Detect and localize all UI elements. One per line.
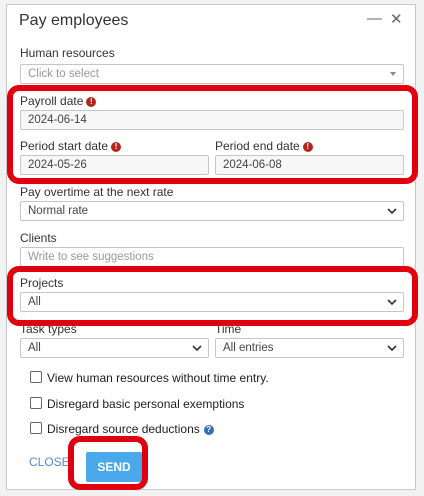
human-resources-placeholder: Click to select xyxy=(28,68,99,80)
dropdown-arrow-icon xyxy=(390,72,396,76)
checkbox-disregard-source-deductions[interactable]: Disregard source deductions? xyxy=(30,422,214,436)
checkbox-icon[interactable] xyxy=(30,371,42,383)
help-icon[interactable]: ? xyxy=(203,425,214,435)
checkbox-view-without-time-entry[interactable]: View human resources without time entry. xyxy=(30,371,269,385)
time-select[interactable]: All entries xyxy=(215,338,404,358)
checkbox-icon[interactable] xyxy=(30,422,42,434)
highlight-send xyxy=(68,436,148,490)
clients-label: Clients xyxy=(20,231,57,245)
minimize-icon[interactable]: — xyxy=(367,10,382,27)
chevron-down-icon xyxy=(387,345,397,352)
clients-placeholder: Write to see suggestions xyxy=(28,251,154,263)
checkbox-icon[interactable] xyxy=(30,397,42,409)
close-icon[interactable]: ✕ xyxy=(390,10,403,28)
human-resources-label: Human resources xyxy=(20,46,115,60)
task-types-value: All xyxy=(28,342,41,354)
chevron-down-icon xyxy=(192,345,202,352)
pay-employees-dialog: Pay employees — ✕ Human resources Click … xyxy=(6,4,416,490)
clients-input[interactable]: Write to see suggestions xyxy=(20,247,404,267)
highlight-dates xyxy=(7,85,418,184)
checkbox-disregard-exemptions[interactable]: Disregard basic personal exemptions xyxy=(30,397,244,411)
task-types-select[interactable]: All xyxy=(20,338,209,358)
overtime-value: Normal rate xyxy=(28,205,89,217)
human-resources-select[interactable]: Click to select xyxy=(20,64,404,84)
time-value: All entries xyxy=(223,342,274,354)
chevron-down-icon xyxy=(387,208,397,215)
overtime-select[interactable]: Normal rate xyxy=(20,201,404,221)
dialog-title: Pay employees xyxy=(19,12,129,29)
highlight-projects xyxy=(7,266,418,326)
overtime-label: Pay overtime at the next rate xyxy=(20,185,174,199)
close-button[interactable]: CLOSE xyxy=(29,455,70,469)
